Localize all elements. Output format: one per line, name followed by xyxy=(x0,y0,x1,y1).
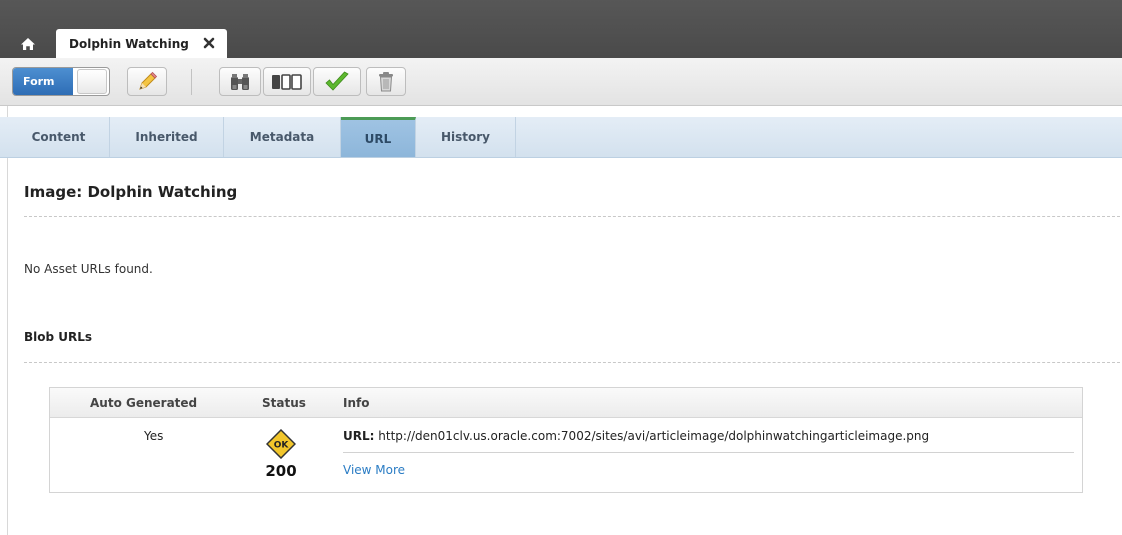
tab-history[interactable]: History xyxy=(416,117,516,157)
ok-status-icon: OK xyxy=(265,428,297,460)
url-label: URL: xyxy=(343,429,375,443)
pencil-icon xyxy=(139,71,158,90)
home-button[interactable] xyxy=(10,29,46,58)
tab-url[interactable]: URL xyxy=(341,117,416,157)
binoculars-icon xyxy=(231,73,249,90)
toolbar-separator xyxy=(191,69,192,95)
document-tab[interactable]: Dolphin Watching xyxy=(56,29,227,58)
toggle-knob xyxy=(77,69,107,94)
approve-button[interactable] xyxy=(313,67,361,96)
column-header-info: Info xyxy=(343,396,370,410)
view-more-link[interactable]: View More xyxy=(343,463,405,477)
layout-icon xyxy=(272,73,302,90)
search-button[interactable] xyxy=(219,67,261,96)
edit-button[interactable] xyxy=(127,67,167,96)
form-toggle-label: Form xyxy=(13,68,73,95)
status-code: 200 xyxy=(265,462,297,480)
page-title: Image: Dolphin Watching xyxy=(24,183,238,201)
tab-inherited[interactable]: Inherited xyxy=(110,117,224,157)
preview-button[interactable] xyxy=(263,67,311,96)
checkmark-icon xyxy=(325,70,349,91)
ok-status-label: OK xyxy=(274,441,290,451)
sub-tab-bar: Content Inherited Metadata URL History xyxy=(0,117,1122,158)
url-info: URL: http://den01clv.us.oracle.com:7002/… xyxy=(343,429,929,443)
divider xyxy=(24,362,1120,363)
blob-urls-table: Auto Generated Status Info Yes OK 200 UR… xyxy=(49,387,1083,493)
column-header-status: Status xyxy=(262,396,306,410)
auto-generated-value: Yes xyxy=(144,429,164,443)
toolbar: Form xyxy=(0,58,1122,106)
home-icon xyxy=(21,37,35,50)
trash-icon xyxy=(379,71,393,91)
top-tab-bar: Dolphin Watching xyxy=(0,0,1122,58)
table-header: Auto Generated Status Info xyxy=(50,388,1082,418)
blob-urls-heading: Blob URLs xyxy=(24,330,93,344)
tab-content[interactable]: Content xyxy=(8,117,110,157)
close-icon[interactable] xyxy=(202,36,216,50)
tab-metadata[interactable]: Metadata xyxy=(224,117,341,157)
url-value: http://den01clv.us.oracle.com:7002/sites… xyxy=(378,429,930,443)
delete-button[interactable] xyxy=(366,67,406,96)
divider xyxy=(24,216,1120,217)
no-asset-urls-message: No Asset URLs found. xyxy=(24,262,153,276)
document-tab-title: Dolphin Watching xyxy=(69,36,189,51)
form-toggle[interactable]: Form xyxy=(12,67,110,96)
info-divider xyxy=(343,452,1074,453)
column-header-auto-generated: Auto Generated xyxy=(90,396,198,410)
